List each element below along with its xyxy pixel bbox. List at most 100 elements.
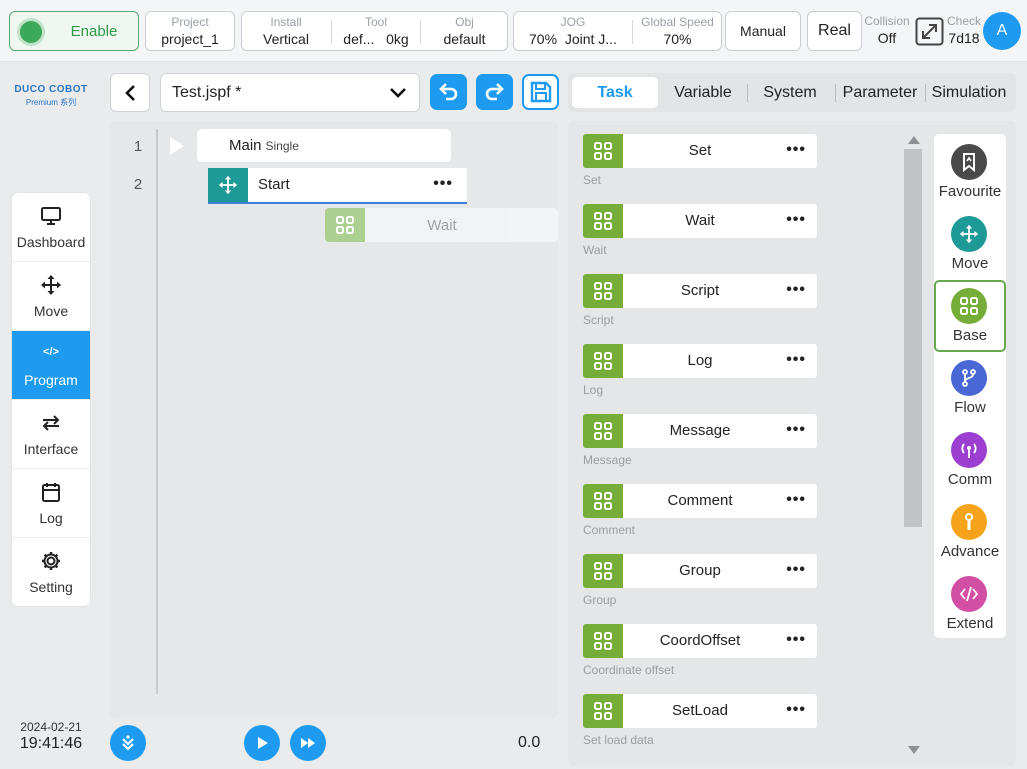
more-icon[interactable]: ••• [433, 175, 453, 193]
global-speed-cell[interactable]: Global Speed 70% [633, 12, 722, 50]
program-file-name: Test.jspf * [172, 84, 242, 101]
scroll-down-icon[interactable] [908, 746, 920, 754]
global-speed-caption: Global Speed [641, 15, 714, 29]
start-node-icon-box [208, 168, 248, 202]
command-description: Set [583, 173, 602, 187]
command-description: Group [583, 593, 617, 607]
category-advance[interactable]: Advance [934, 496, 1006, 568]
tab-task[interactable]: Task [572, 77, 658, 108]
expand-icon[interactable] [915, 17, 944, 46]
real-mode-button[interactable]: Real [807, 11, 862, 51]
category-favourite[interactable]: Favourite [934, 136, 1006, 208]
command-scrollbar[interactable] [903, 136, 923, 755]
command-name: Group [679, 562, 721, 579]
collision-status[interactable]: Collision Off [862, 11, 912, 49]
command-log[interactable]: Log ••• [583, 344, 817, 378]
jog-cell[interactable]: JOG 70% Joint J... [514, 12, 632, 50]
more-icon[interactable]: ••• [786, 631, 806, 649]
command-set[interactable]: Set ••• [583, 134, 817, 168]
install-caption: Install [270, 15, 302, 29]
play-button[interactable] [244, 725, 280, 761]
command-wait[interactable]: Wait ••• [583, 204, 817, 238]
nav-item-program[interactable]: </> Program [12, 331, 90, 400]
start-node-label: Start [258, 176, 290, 193]
nav-item-dashboard[interactable]: Dashboard [12, 193, 90, 262]
jog-percent: 70% [529, 31, 558, 47]
scroll-up-icon[interactable] [908, 136, 920, 144]
undo-button[interactable] [430, 74, 467, 110]
command-description: Script [583, 313, 614, 327]
category-label: Move [951, 255, 989, 272]
jog-speed-group[interactable]: JOG 70% Joint J... Global Speed 70% [513, 11, 722, 51]
brand-name: DUCO COBOT [14, 84, 88, 95]
command-message[interactable]: Message ••• [583, 414, 817, 448]
back-button[interactable] [110, 73, 150, 112]
project-selector[interactable]: Project project_1 [145, 11, 235, 51]
command-icon-box [583, 414, 623, 448]
tab-variable[interactable]: Variable [662, 77, 744, 108]
brand-series: Premium 系列 [25, 98, 77, 107]
check-status[interactable]: Check 7d18 [944, 11, 984, 49]
command-comment[interactable]: Comment ••• [583, 484, 817, 518]
command-name: Wait [685, 212, 715, 229]
monitor-icon [40, 205, 62, 227]
user-avatar[interactable]: A [983, 12, 1021, 50]
save-button[interactable] [522, 74, 559, 110]
enable-button[interactable]: Enable [9, 11, 139, 51]
grid-icon [594, 702, 612, 720]
dragging-wait-node[interactable]: Wait [325, 208, 558, 242]
drag-node-label: Wait [427, 217, 457, 234]
more-icon[interactable]: ••• [786, 351, 806, 369]
more-icon[interactable]: ••• [786, 561, 806, 579]
more-icon[interactable]: ••• [786, 141, 806, 159]
tool-cell[interactable]: Tool def... 0kg [332, 12, 420, 50]
start-node[interactable]: Start ••• [208, 168, 467, 204]
more-icon[interactable]: ••• [786, 491, 806, 509]
nav-item-setting[interactable]: Setting [12, 538, 90, 606]
obj-cell[interactable]: Obj default [421, 12, 508, 50]
tab-simulation[interactable]: Simulation [927, 77, 1011, 108]
category-extend[interactable]: Extend [934, 568, 1006, 640]
program-file-select[interactable]: Test.jspf * [160, 73, 420, 112]
tab-parameter[interactable]: Parameter [837, 77, 923, 108]
category-flow[interactable]: Flow [934, 352, 1006, 424]
main-node[interactable]: Main Single [197, 129, 451, 162]
command-setload[interactable]: SetLoad ••• [583, 694, 817, 728]
more-icon[interactable]: ••• [786, 421, 806, 439]
fast-forward-button[interactable] [290, 725, 326, 761]
command-group[interactable]: Group ••• [583, 554, 817, 588]
right-panel-tabs: Task Variable System Parameter Simulatio… [568, 73, 1016, 112]
category-comm[interactable]: Comm [934, 424, 1006, 496]
tool-caption: Tool [364, 15, 387, 29]
step-down-button[interactable] [110, 725, 146, 761]
install-cell[interactable]: Install Vertical [242, 12, 330, 50]
command-category-bar: Favourite Move Base Flow Comm Advance Extend [934, 134, 1006, 638]
move-arrows-icon [40, 274, 62, 296]
drag-node-icon-box [325, 208, 365, 242]
scroll-thumb[interactable] [904, 149, 922, 527]
nav-item-move[interactable]: Move [12, 262, 90, 331]
nav-item-interface[interactable]: Interface [12, 400, 90, 469]
nav-item-log[interactable]: Log [12, 469, 90, 538]
calendar-icon [40, 481, 62, 503]
more-icon[interactable]: ••• [786, 701, 806, 719]
category-base[interactable]: Base [934, 280, 1006, 352]
more-icon[interactable]: ••• [786, 281, 806, 299]
category-move[interactable]: Move [934, 208, 1006, 280]
check-caption: Check [946, 14, 981, 28]
manual-mode-button[interactable]: Manual [725, 11, 801, 51]
tab-system[interactable]: System [749, 77, 831, 108]
command-script[interactable]: Script ••• [583, 274, 817, 308]
antenna-icon [951, 432, 987, 468]
grid-icon [594, 212, 612, 230]
command-coordoffset[interactable]: CoordOffset ••• [583, 624, 817, 658]
collision-value: Off [877, 30, 897, 46]
redo-button[interactable] [476, 74, 513, 110]
command-icon-box [583, 204, 623, 238]
command-description: Set load data [583, 733, 654, 747]
check-value: 7d18 [948, 30, 980, 46]
enable-status-dot [20, 21, 42, 43]
install-tool-obj-group[interactable]: Install Vertical Tool def... 0kg Obj def… [241, 11, 508, 51]
more-icon[interactable]: ••• [786, 211, 806, 229]
program-tree-editor[interactable]: 1 2 Main Single Start ••• Wait [110, 121, 558, 718]
